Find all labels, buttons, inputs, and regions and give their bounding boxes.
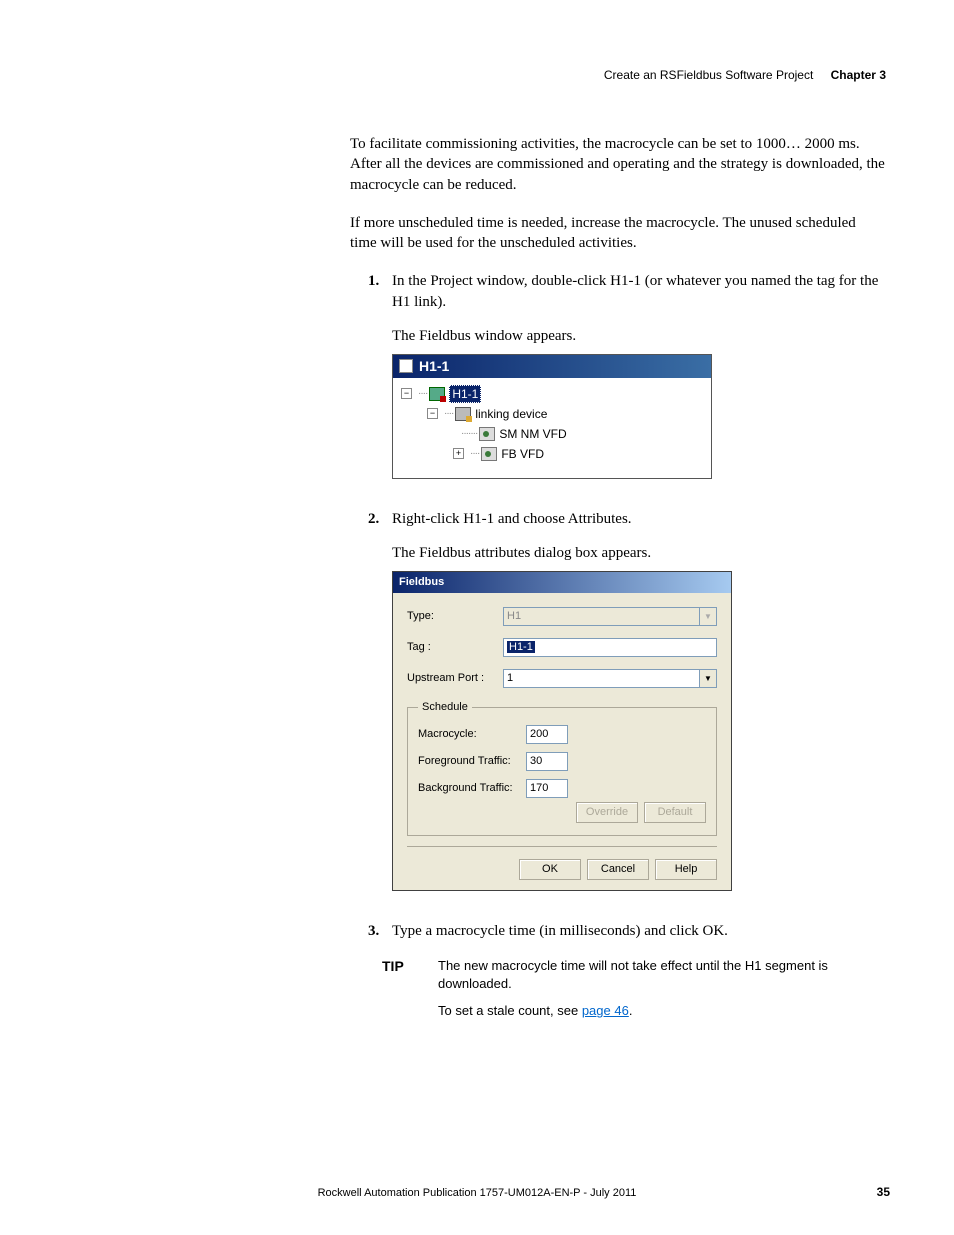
vfd-icon [479,427,495,441]
window-title: H1-1 [419,357,449,376]
page-number: 35 [877,1185,890,1199]
paragraph-2: If more unscheduled time is needed, incr… [350,213,886,254]
macrocycle-field[interactable]: 200 [526,725,568,744]
document-icon [399,359,413,373]
upstream-port-label: Upstream Port : [407,671,503,686]
default-button: Default [644,802,706,823]
dialog-title: Fieldbus [393,572,731,593]
type-label: Type: [407,609,503,624]
tree-root-selected[interactable]: H1-1 [449,385,481,403]
step-2-sub: The Fieldbus attributes dialog box appea… [392,543,886,563]
window-titlebar: H1-1 [393,355,711,378]
port-dropdown-icon[interactable]: ▼ [700,669,717,688]
fieldbus-window: H1-1 − ···· H1-1 − [392,354,712,479]
schedule-legend: Schedule [418,700,472,715]
macrocycle-label: Macrocycle: [418,727,526,742]
step-3-text: Type a macrocycle time (in milliseconds)… [392,923,728,939]
step-2-number: 2. [368,509,392,909]
tip-label: TIP [368,957,438,1030]
help-button[interactable]: Help [655,859,717,880]
network-icon [429,387,445,401]
device-icon [455,407,471,421]
page-46-link[interactable]: page 46 [582,1003,629,1018]
foreground-label: Foreground Traffic: [418,754,526,769]
tree-expand-icon[interactable]: + [453,448,464,459]
chapter-label: Chapter 3 [831,68,886,82]
step-1-sub: The Fieldbus window appears. [392,326,886,346]
cancel-button[interactable]: Cancel [587,859,649,880]
tree-fb-vfd[interactable]: FB VFD [501,446,544,462]
tag-field[interactable]: H1-1 [503,638,717,657]
upstream-port-field[interactable]: 1 [503,669,700,688]
tip-line-2: To set a stale count, see page 46. [438,1002,886,1020]
background-label: Background Traffic: [418,781,526,796]
tip-line-1: The new macrocycle time will not take ef… [438,957,886,992]
type-dropdown-icon: ▼ [700,607,717,626]
step-2-text: Right-click H1-1 and choose Attributes. [392,511,632,527]
step-3-number: 3. [368,921,392,941]
tree-sm-nm-vfd[interactable]: SM NM VFD [499,426,566,442]
tree-linking-device[interactable]: linking device [475,406,547,422]
dialog-separator [407,846,717,847]
vfd-icon [481,447,497,461]
tree-collapse-icon[interactable]: − [401,388,412,399]
device-tree: − ···· H1-1 − ···· linking device [393,378,711,478]
page-header: Create an RSFieldbus Software Project Ch… [60,68,894,82]
footer-text: Rockwell Automation Publication 1757-UM0… [0,1187,954,1199]
step-1-number: 1. [368,271,392,497]
type-field: H1 [503,607,700,626]
step-1-text: In the Project window, double-click H1-1… [392,273,878,309]
tag-label: Tag : [407,640,503,655]
override-button: Override [576,802,638,823]
foreground-field[interactable]: 30 [526,752,568,771]
paragraph-1: To facilitate commissioning activities, … [350,134,886,195]
fieldbus-dialog: Fieldbus Type: H1 ▼ [392,571,732,891]
tree-collapse-icon[interactable]: − [427,408,438,419]
schedule-group: Schedule Macrocycle: 200 Foreground Traf… [407,700,717,836]
ok-button[interactable]: OK [519,859,581,880]
section-title: Create an RSFieldbus Software Project [604,68,813,82]
tip-block: TIP The new macrocycle time will not tak… [368,957,886,1030]
background-field[interactable]: 170 [526,779,568,798]
